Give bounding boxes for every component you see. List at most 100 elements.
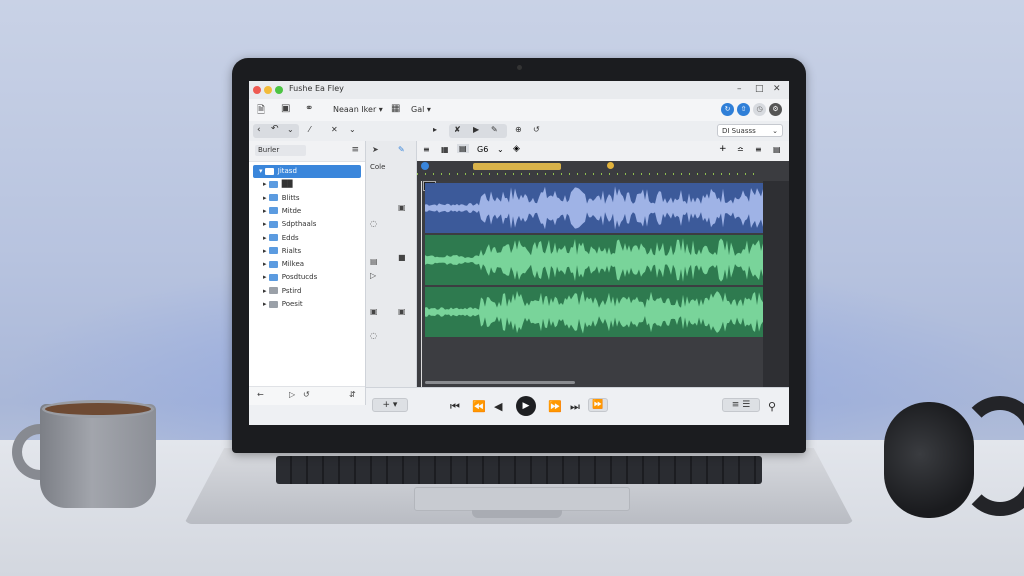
settings-icon[interactable]: ⚙ bbox=[769, 103, 782, 116]
preview-play-icon[interactable]: ▷ bbox=[289, 390, 295, 399]
tracks-list-icon[interactable]: ≡ bbox=[755, 145, 762, 154]
sidebar-item[interactable]: ▸ Blitts bbox=[253, 192, 361, 205]
disclosure-icon[interactable]: ▸ bbox=[263, 273, 269, 281]
pencil-icon[interactable]: ✎ bbox=[491, 125, 498, 134]
loop-small-icon[interactable]: ↺ bbox=[303, 390, 310, 399]
rewind-icon[interactable]: ⏪ bbox=[472, 400, 486, 413]
go-to-start-icon[interactable]: ⏮ bbox=[450, 400, 460, 414]
step-back-icon[interactable]: ◀ bbox=[494, 400, 502, 413]
chevron-down-icon[interactable]: ⌄ bbox=[497, 145, 504, 154]
maximize-window-icon[interactable] bbox=[275, 86, 283, 94]
window-title: Fushe Ea Fley bbox=[289, 84, 344, 93]
add-marker-icon[interactable]: + bbox=[719, 144, 727, 154]
clock-icon bbox=[268, 287, 278, 295]
grid-icon[interactable]: ▦ bbox=[391, 103, 400, 114]
disclosure-icon[interactable]: ▾ bbox=[259, 167, 265, 175]
share-icon[interactable]: ⇧ bbox=[737, 103, 750, 116]
add-track-button[interactable]: + ▾ bbox=[372, 398, 408, 412]
pointer-icon[interactable]: ▶ bbox=[473, 125, 479, 134]
headphone-cup bbox=[884, 402, 974, 518]
sidebar-item[interactable]: ▸ Rialts bbox=[253, 245, 361, 258]
sidebar-item[interactable]: ▸ Pstird bbox=[253, 285, 361, 298]
undo-icon[interactable]: ↶ bbox=[271, 124, 279, 134]
document-icon[interactable]: 🗎 bbox=[257, 103, 265, 120]
sidebar-item[interactable]: ▸ Poesit bbox=[253, 298, 361, 311]
playhead-handle[interactable] bbox=[421, 162, 429, 170]
grid-view-icon[interactable]: ▦ bbox=[441, 145, 449, 154]
disclosure-icon[interactable]: ▸ bbox=[263, 260, 269, 268]
list-view-icon[interactable]: ≡ bbox=[732, 400, 740, 410]
cursor-icon[interactable]: ⁄ bbox=[309, 125, 310, 134]
pencil-tool-icon[interactable]: ✎ bbox=[398, 145, 405, 154]
chevron-down-icon[interactable]: ⌄ bbox=[287, 125, 294, 134]
search-icon[interactable]: ⚲ bbox=[768, 400, 776, 413]
marker-icon[interactable] bbox=[607, 162, 614, 169]
sync-icon[interactable]: ↻ bbox=[721, 103, 734, 116]
sidebar-item[interactable]: ▸ Sdpthaals bbox=[253, 218, 361, 231]
export-icon[interactable]: ▤ bbox=[773, 145, 781, 154]
menu-icon[interactable]: ☰ bbox=[742, 400, 750, 410]
cycle-button[interactable]: ⏩ bbox=[588, 398, 608, 412]
go-to-end-icon[interactable]: ⏭ bbox=[570, 400, 580, 414]
sidebar-search[interactable]: Burler bbox=[255, 145, 306, 156]
resize-icon[interactable]: ⇵ bbox=[349, 390, 356, 399]
clock-icon[interactable]: ◷ bbox=[753, 103, 766, 116]
sidebar-item[interactable]: ▸ Mitde bbox=[253, 205, 361, 218]
mute-icon[interactable]: ▣ bbox=[398, 203, 406, 212]
disclosure-icon[interactable]: ▸ bbox=[263, 180, 269, 188]
fast-forward-icon[interactable]: ⏩ bbox=[548, 400, 562, 413]
restore-icon[interactable]: □ bbox=[755, 84, 764, 94]
audio-region-vocal[interactable] bbox=[425, 183, 763, 233]
arrow-tool-icon[interactable]: ➤ bbox=[372, 145, 379, 154]
chevron-down-icon[interactable]: ⌄ bbox=[349, 125, 356, 134]
editor-icon[interactable]: ▤ bbox=[457, 144, 469, 153]
disclosure-icon[interactable]: ▸ bbox=[263, 234, 269, 242]
speaker-icon[interactable]: ▷ bbox=[370, 271, 376, 280]
mixer-icon[interactable]: ≏ bbox=[737, 145, 744, 154]
preset-select[interactable]: DI Suasss ⌄ bbox=[717, 124, 783, 137]
play-button[interactable]: ▶ bbox=[516, 396, 536, 416]
cut-icon[interactable]: ✕ bbox=[331, 125, 338, 134]
preset-value: DI Suasss bbox=[722, 127, 756, 135]
close-icon[interactable]: ✕ bbox=[773, 84, 781, 94]
audio-region-instrument-2[interactable] bbox=[425, 287, 763, 337]
disclosure-icon[interactable]: ▸ bbox=[263, 247, 269, 255]
lock-icon[interactable]: ▣ bbox=[370, 307, 378, 316]
sidebar-item[interactable]: ▸ Edds bbox=[253, 232, 361, 245]
disclosure-icon[interactable]: ▸ bbox=[263, 207, 269, 215]
cycle-region[interactable] bbox=[473, 163, 561, 170]
back-icon[interactable]: ‹ bbox=[257, 125, 261, 135]
freeze-icon[interactable]: ▣ bbox=[398, 307, 406, 316]
settings-track-icon[interactable]: ◌ bbox=[370, 331, 377, 340]
close-window-icon[interactable] bbox=[253, 86, 261, 94]
image-icon[interactable]: ▤ bbox=[370, 257, 378, 266]
filter-icon[interactable]: ≡ bbox=[351, 145, 359, 155]
disclosure-icon[interactable]: ▸ bbox=[263, 287, 269, 295]
disclosure-icon[interactable]: ▸ bbox=[263, 220, 269, 228]
sidebar-item[interactable]: ▸ Milkea bbox=[253, 258, 361, 271]
loop-icon[interactable]: ↺ bbox=[533, 125, 540, 134]
sidebar-item[interactable]: ▾ Jitasd bbox=[253, 165, 361, 178]
sidebar-item[interactable]: ▸ ██ bbox=[253, 178, 361, 191]
save-icon[interactable]: ▣ bbox=[281, 103, 290, 114]
audio-region-instrument[interactable] bbox=[425, 235, 763, 285]
play-small-icon[interactable]: ▸ bbox=[433, 125, 437, 134]
minimize-window-icon[interactable] bbox=[264, 86, 272, 94]
scissor-icon[interactable]: ✘ bbox=[454, 125, 461, 134]
link-icon[interactable]: ⚭ bbox=[305, 103, 313, 114]
horizontal-scrollbar[interactable] bbox=[425, 381, 575, 384]
sidebar-item[interactable]: ▸ Posdtucds bbox=[253, 271, 361, 284]
vertical-scrollbar[interactable] bbox=[763, 181, 789, 387]
list-icon[interactable]: ≡ bbox=[423, 145, 430, 154]
disclosure-icon[interactable]: ▸ bbox=[263, 194, 269, 202]
timeline-ruler[interactable] bbox=[417, 161, 789, 181]
back-arrow-icon[interactable]: ← bbox=[257, 390, 264, 399]
record-icon[interactable]: ◌ bbox=[370, 219, 377, 228]
minimize-icon[interactable]: – bbox=[737, 84, 742, 94]
snap-icon[interactable]: ⊕ bbox=[515, 125, 522, 134]
metronome-icon[interactable]: ◈ bbox=[513, 144, 520, 154]
disclosure-icon[interactable]: ▸ bbox=[263, 300, 269, 308]
solo-icon[interactable]: ■ bbox=[398, 253, 406, 262]
menu-dropdown[interactable]: Neaan Iker ▾ bbox=[333, 105, 383, 114]
gal-dropdown[interactable]: Gal ▾ bbox=[411, 105, 431, 114]
